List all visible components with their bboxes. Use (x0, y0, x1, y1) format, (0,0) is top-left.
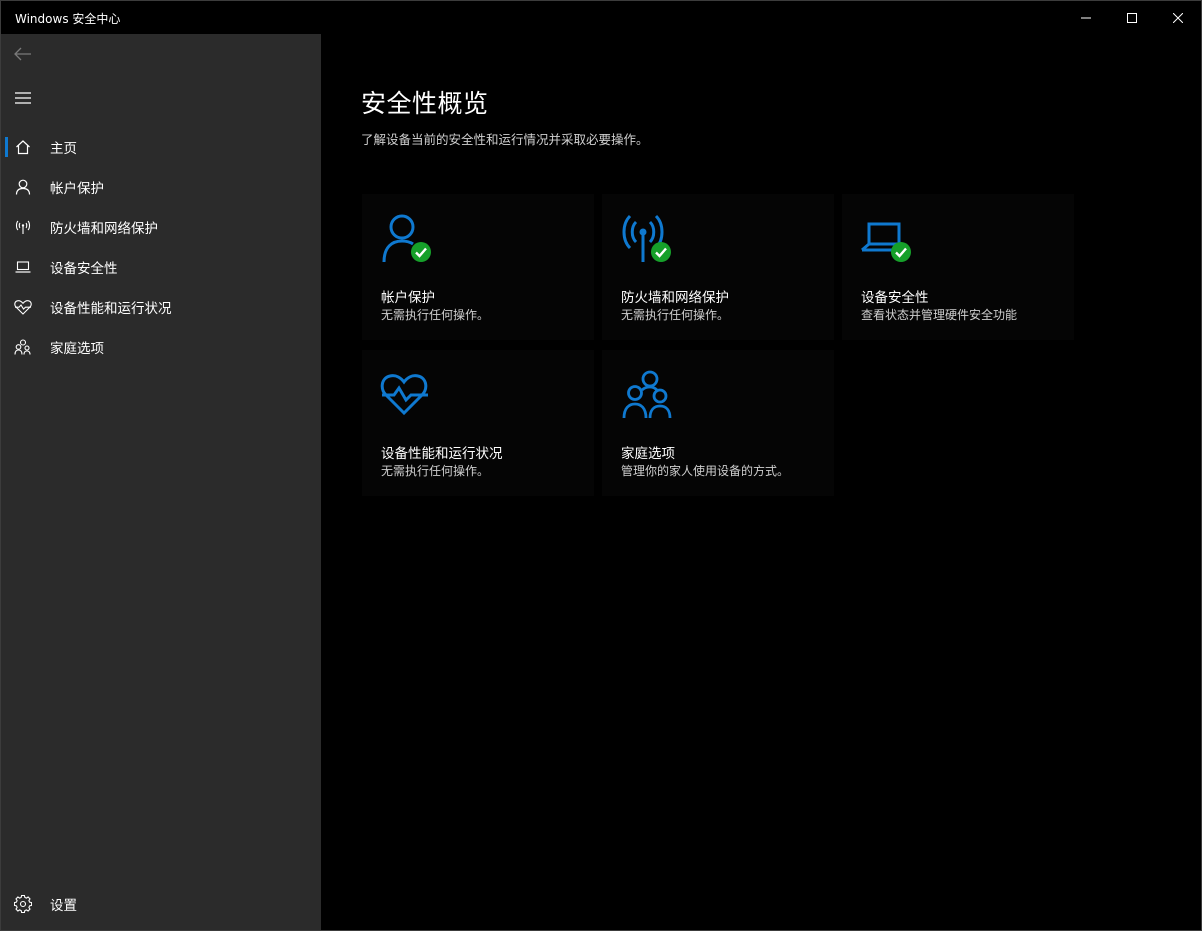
main-content: 安全性概览 了解设备当前的安全性和运行情况并采取必要操作。 帐户保护 无需执行任… (321, 34, 1201, 930)
maximize-button[interactable] (1109, 1, 1155, 34)
family-icon (622, 370, 672, 419)
minimize-icon (1081, 17, 1091, 18)
navigation-sidebar: 主页 帐户保护 防火墙和网络保护 设备安全性 设备性能和运行状况 家庭选项 设置 (1, 34, 321, 930)
hamburger-menu-button[interactable] (1, 78, 45, 118)
tile-title: 设备性能和运行状况 (381, 446, 503, 462)
tile-firewall-network[interactable]: 防火墙和网络保护 无需执行任何操作。 (602, 194, 834, 340)
page-subtitle: 了解设备当前的安全性和运行情况并采取必要操作。 (361, 132, 649, 147)
close-icon (1173, 12, 1183, 23)
sidebar-item-label: 防火墙和网络保护 (50, 221, 158, 237)
tile-description: 无需执行任何操作。 (621, 308, 730, 322)
page-title: 安全性概览 (361, 89, 489, 118)
title-bar: Windows 安全中心 (1, 1, 1201, 34)
sidebar-item-firewall[interactable]: 防火墙和网络保护 (1, 207, 321, 247)
tile-description: 管理你的家人使用设备的方式。 (621, 464, 790, 478)
tile-family-options[interactable]: 家庭选项 管理你的家人使用设备的方式。 (602, 350, 834, 496)
tile-device-security[interactable]: 设备安全性 查看状态并管理硬件安全功能 (842, 194, 1074, 340)
tile-device-health[interactable]: 设备性能和运行状况 无需执行任何操作。 (362, 350, 594, 496)
sidebar-item-device-security[interactable]: 设备安全性 (1, 247, 321, 287)
laptop-icon (861, 222, 906, 252)
minimize-button[interactable] (1063, 1, 1109, 34)
tile-title: 家庭选项 (621, 446, 675, 462)
family-icon (1, 327, 45, 367)
back-button[interactable] (1, 34, 45, 74)
sidebar-item-account-protection[interactable]: 帐户保护 (1, 167, 321, 207)
tile-title: 设备安全性 (861, 290, 929, 306)
status-ok-icon (411, 242, 431, 262)
status-ok-icon (651, 242, 671, 262)
gear-icon (1, 884, 45, 924)
sidebar-item-label: 设备性能和运行状况 (50, 301, 172, 317)
tile-description: 无需执行任何操作。 (381, 464, 490, 478)
close-button[interactable] (1155, 1, 1201, 34)
active-indicator (5, 137, 8, 157)
antenna-icon (1, 207, 45, 247)
tile-title: 帐户保护 (381, 290, 435, 306)
person-icon (382, 214, 415, 263)
antenna-icon (622, 214, 664, 262)
sidebar-item-settings[interactable]: 设置 (1, 884, 321, 924)
tile-description: 查看状态并管理硬件安全功能 (861, 308, 1018, 322)
sidebar-item-label: 帐户保护 (50, 181, 104, 197)
laptop-icon (1, 247, 45, 287)
status-ok-icon (891, 242, 911, 262)
sidebar-item-label: 主页 (50, 141, 77, 157)
person-icon (1, 167, 45, 207)
heart-icon (1, 287, 45, 327)
sidebar-item-label: 设置 (50, 898, 77, 914)
back-arrow-icon (14, 47, 31, 61)
hamburger-icon (15, 92, 31, 104)
tile-description: 无需执行任何操作。 (381, 308, 490, 322)
sidebar-item-label: 设备安全性 (50, 261, 118, 277)
sidebar-item-label: 家庭选项 (50, 341, 104, 357)
window-title: Windows 安全中心 (15, 12, 121, 26)
maximize-icon (1127, 12, 1137, 23)
sidebar-item-home[interactable]: 主页 (1, 127, 321, 167)
tile-account-protection[interactable]: 帐户保护 无需执行任何操作。 (362, 194, 594, 340)
app-window: Windows 安全中心 主页 帐户保护 防火墙和网络保护 设备安全性 设备性能… (0, 0, 1202, 931)
sidebar-item-device-health[interactable]: 设备性能和运行状况 (1, 287, 321, 327)
sidebar-item-family-options[interactable]: 家庭选项 (1, 327, 321, 367)
heart-icon (380, 374, 428, 416)
tile-title: 防火墙和网络保护 (621, 290, 729, 306)
